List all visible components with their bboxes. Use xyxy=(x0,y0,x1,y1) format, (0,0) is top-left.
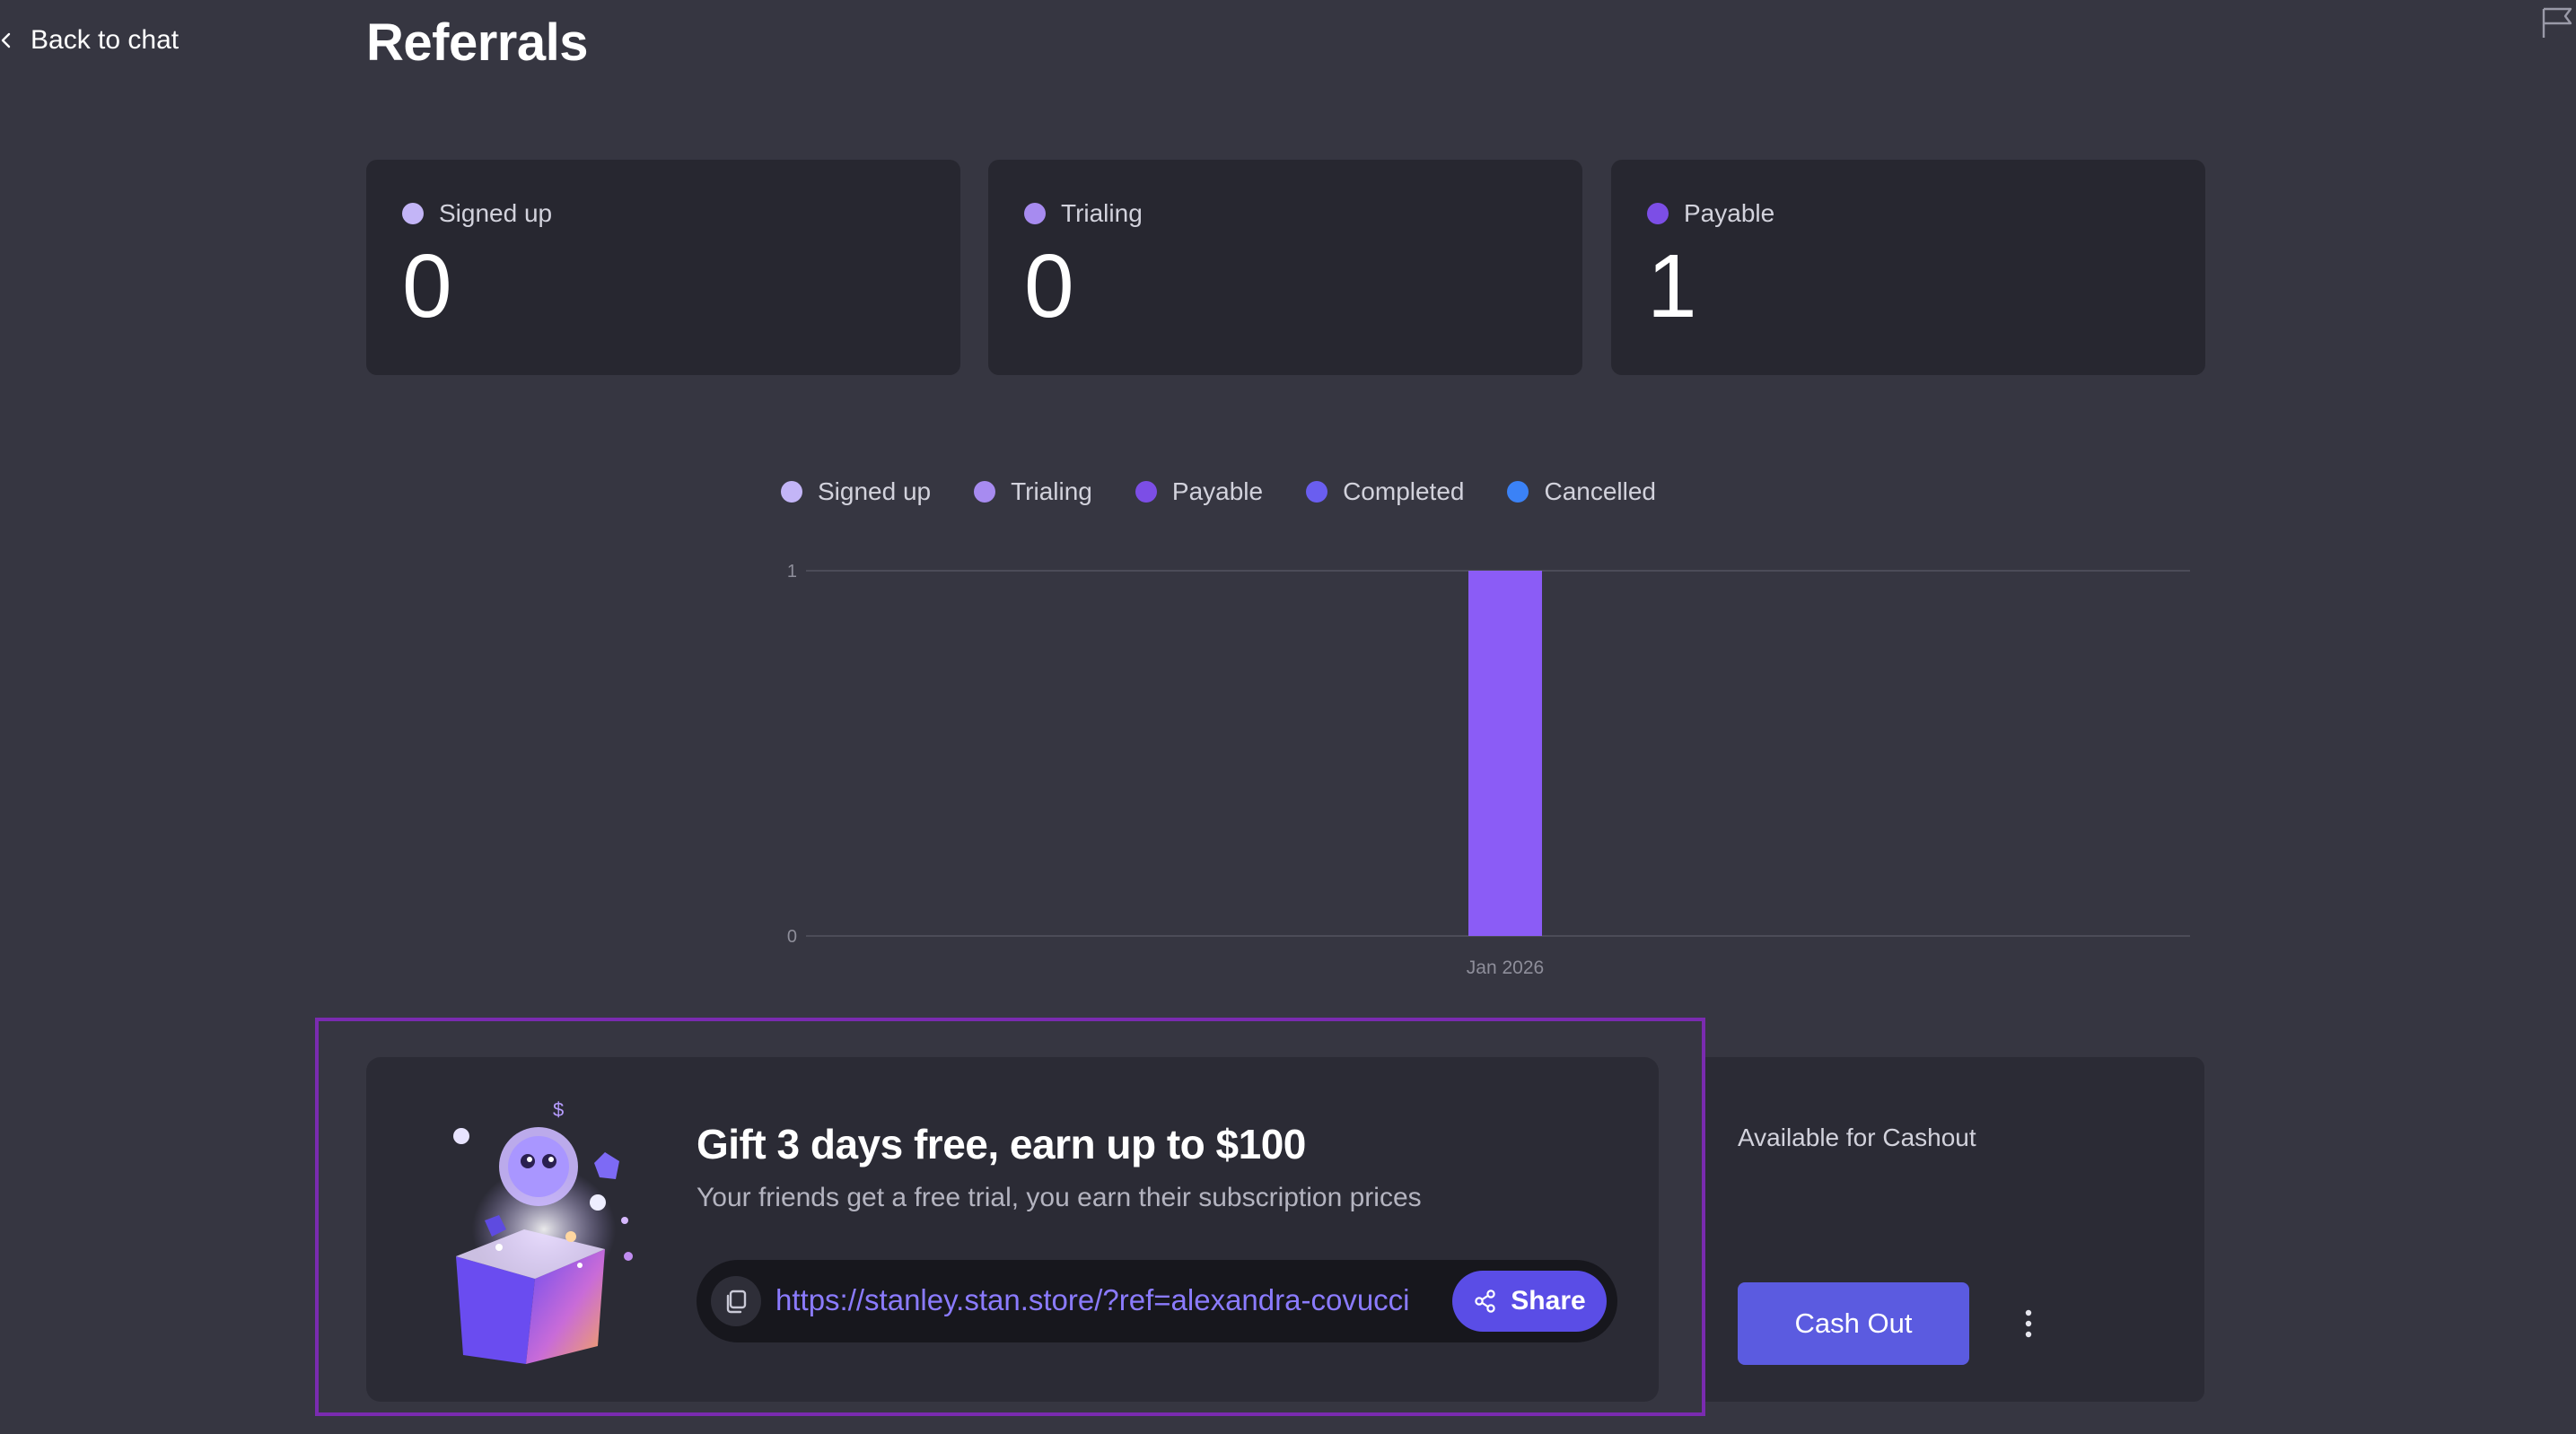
cash-out-label: Cash Out xyxy=(1794,1307,1913,1339)
referral-link-text[interactable]: https://stanley.stan.store/?ref=alexandr… xyxy=(775,1283,1410,1317)
more-vertical-icon[interactable] xyxy=(2011,1306,2046,1342)
copy-icon xyxy=(726,1290,747,1314)
referrals-bar-chart: 0 1 Jan 2026 xyxy=(787,562,2190,978)
share-label: Share xyxy=(1511,1286,1586,1316)
chart-bar xyxy=(1468,571,1542,936)
promo-title: Gift 3 days free, earn up to $100 xyxy=(697,1121,1306,1167)
share-button[interactable]: Share xyxy=(1452,1271,1607,1332)
promo-subtitle: Your friends get a free trial, you earn … xyxy=(697,1183,1422,1212)
x-tick-label: Jan 2026 xyxy=(1467,957,1544,978)
referral-link-field[interactable]: https://stanley.stan.store/?ref=alexandr… xyxy=(697,1260,1617,1342)
y-tick-label: 0 xyxy=(787,927,797,947)
copy-link-button[interactable] xyxy=(711,1276,761,1326)
cashout-card: Available for Cashout Cash Out xyxy=(1705,1057,2204,1402)
gift-box-illustration: $ xyxy=(453,1098,633,1364)
cash-out-button[interactable]: Cash Out xyxy=(1738,1282,1969,1365)
svg-text:$: $ xyxy=(553,1098,564,1121)
y-tick-label: 1 xyxy=(787,562,797,581)
share-icon xyxy=(1475,1290,1495,1313)
cashout-label: Available for Cashout xyxy=(1738,1124,1976,1151)
